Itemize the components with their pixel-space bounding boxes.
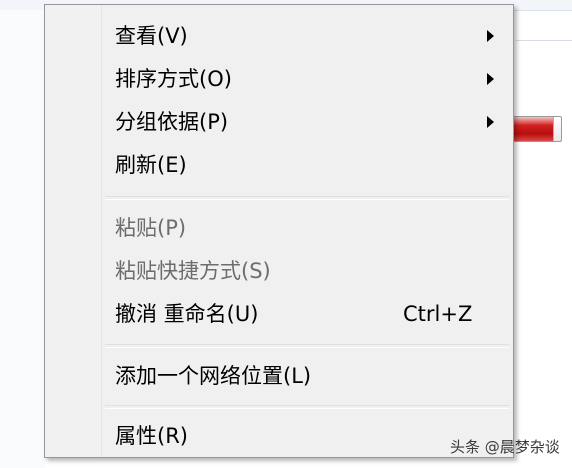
menu-item-undo-rename[interactable]: 撤消 重命名(U) Ctrl+Z (47, 295, 511, 333)
menu-item-view[interactable]: 查看(V) (47, 17, 511, 55)
menu-separator (105, 196, 509, 200)
menu-item-paste-shortcut-label: 粘贴快捷方式(S) (115, 259, 271, 283)
menu-item-paste[interactable]: 粘贴(P) (47, 209, 511, 247)
menu-item-paste-shortcut[interactable]: 粘贴快捷方式(S) (47, 252, 511, 290)
menu-item-properties[interactable]: 属性(R) (47, 417, 511, 455)
menu-separator (105, 344, 509, 348)
menu-item-undo-rename-label: 撤消 重命名(U) (115, 302, 259, 326)
submenu-arrow-icon (487, 73, 494, 85)
menu-item-add-network-location[interactable]: 添加一个网络位置(L) (47, 357, 511, 395)
menu-item-paste-label: 粘贴(P) (115, 216, 187, 240)
background-divider (516, 40, 572, 41)
background-progress-remaining (552, 117, 561, 141)
context-menu: 查看(V) 排序方式(O) 分组依据(P) 刷新(E) 粘贴(P) 粘贴快捷方式… (44, 4, 514, 458)
submenu-arrow-icon (487, 116, 494, 128)
menu-item-group-by[interactable]: 分组依据(P) (47, 103, 511, 141)
watermark-text: 头条 @晨梦杂谈 (450, 438, 560, 456)
menu-item-view-label: 查看(V) (115, 24, 188, 48)
menu-item-refresh-label: 刷新(E) (115, 153, 187, 177)
menu-item-sort-by-label: 排序方式(O) (115, 67, 232, 91)
menu-item-properties-label: 属性(R) (115, 424, 188, 448)
background-window-left-area (0, 10, 46, 468)
background-progress-bar (512, 116, 562, 142)
menu-item-sort-by[interactable]: 排序方式(O) (47, 60, 511, 98)
menu-item-undo-rename-shortcut: Ctrl+Z (403, 302, 473, 326)
menu-item-add-network-location-label: 添加一个网络位置(L) (115, 364, 312, 388)
menu-item-group-by-label: 分组依据(P) (115, 110, 229, 134)
submenu-arrow-icon (487, 30, 494, 42)
menu-item-refresh[interactable]: 刷新(E) (47, 146, 511, 184)
menu-separator (105, 405, 509, 409)
